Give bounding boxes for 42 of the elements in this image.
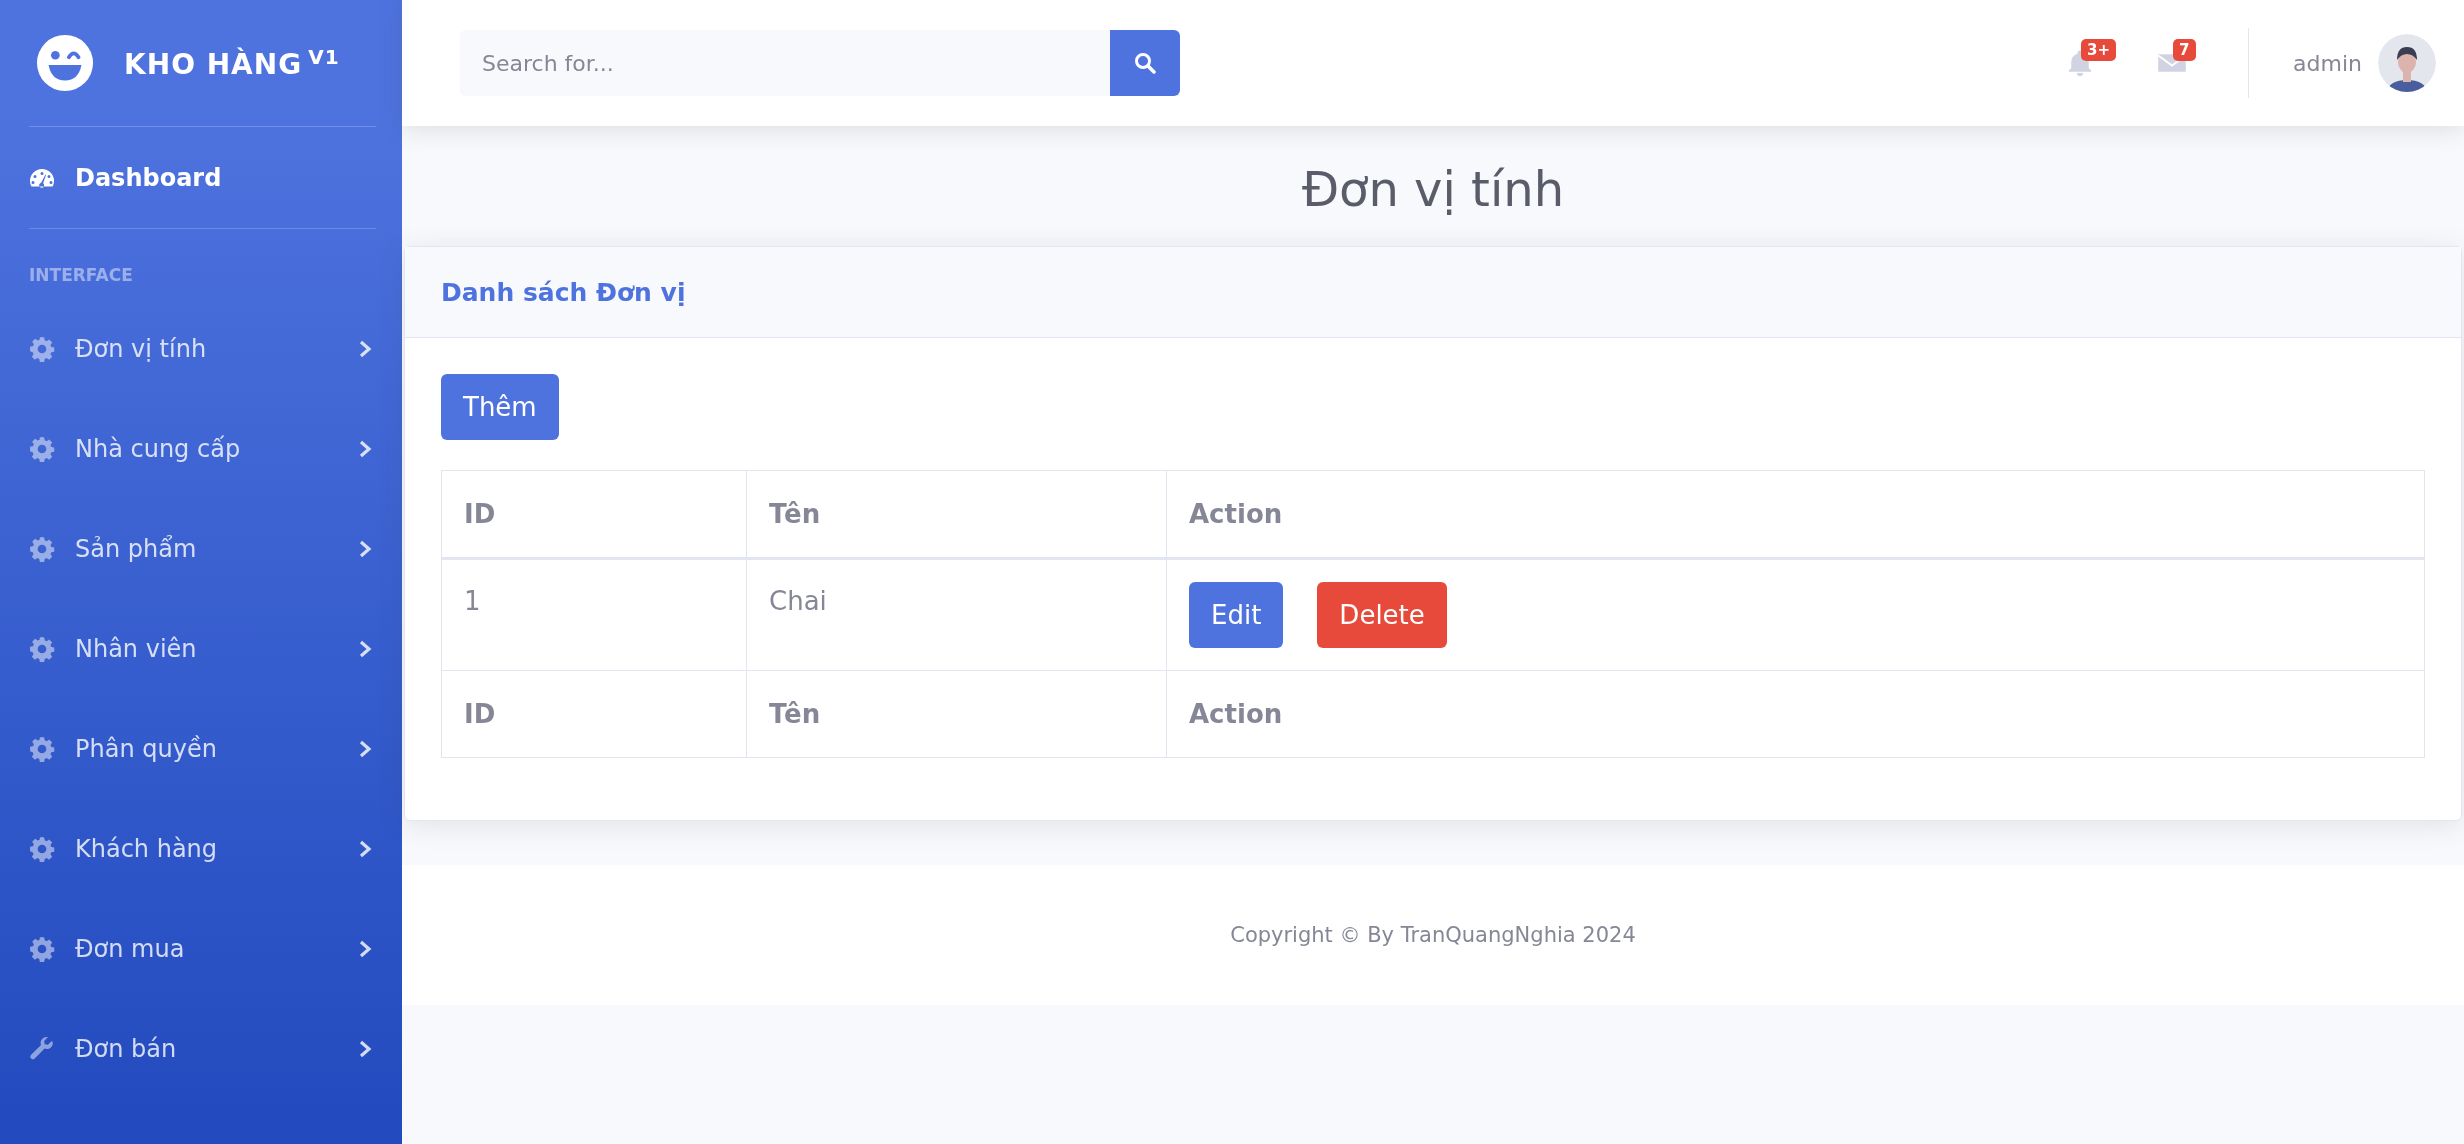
sidebar-item[interactable]: Khách hàng bbox=[0, 799, 402, 899]
sidebar-item[interactable]: Nhà cung cấp bbox=[0, 399, 402, 499]
column-header: Tên bbox=[746, 470, 1167, 559]
search-button[interactable] bbox=[1110, 30, 1180, 96]
sidebar-item[interactable]: Đơn vị tính bbox=[0, 299, 402, 399]
sidebar-item[interactable]: Đơn bán bbox=[0, 999, 402, 1099]
smiley-logo-icon bbox=[36, 34, 94, 92]
avatar-icon bbox=[2378, 34, 2436, 92]
gear-icon bbox=[29, 836, 55, 862]
notification-badge: 3+ bbox=[2081, 39, 2117, 61]
gear-icon bbox=[29, 636, 55, 662]
gear-icon bbox=[29, 336, 55, 362]
messages-button[interactable]: 7 bbox=[2142, 33, 2203, 93]
column-header: ID bbox=[441, 470, 747, 559]
search-field[interactable]: Search for... bbox=[460, 30, 1110, 96]
sidebar-item[interactable]: Phân quyền bbox=[0, 699, 402, 799]
table-cell: 1 bbox=[441, 558, 747, 671]
gear-icon bbox=[29, 536, 55, 562]
search-icon bbox=[1134, 52, 1156, 74]
wrench-icon bbox=[29, 1036, 55, 1062]
page-title: Đơn vị tính bbox=[1301, 160, 1565, 217]
column-header: Action bbox=[1166, 470, 2425, 559]
column-footer: Action bbox=[1166, 670, 2425, 758]
sidebar-item[interactable]: Sản phẩm bbox=[0, 499, 402, 599]
gear-icon bbox=[29, 736, 55, 762]
table-cell: Chai bbox=[746, 558, 1167, 671]
card-title: Danh sách Đơn vị bbox=[441, 277, 686, 307]
sidebar-item[interactable]: Đơn mua bbox=[0, 899, 402, 999]
delete-button[interactable]: Delete bbox=[1317, 582, 1447, 648]
brand-name: KHO HÀNG $^{V1}$ bbox=[124, 45, 340, 81]
column-footer: Tên bbox=[746, 670, 1167, 758]
gear-icon bbox=[29, 436, 55, 462]
sidebar-item[interactable]: Nhân viên bbox=[0, 599, 402, 699]
gear-icon bbox=[29, 936, 55, 962]
edit-button[interactable]: Edit bbox=[1189, 582, 1284, 648]
copyright-text: Copyright © By TranQuangNghia 2024 bbox=[1230, 923, 1636, 947]
column-footer: ID bbox=[441, 670, 747, 758]
add-button[interactable]: Thêm bbox=[441, 374, 559, 440]
user-name[interactable]: admin bbox=[2293, 50, 2362, 76]
sidebar-item[interactable]: Dashboard bbox=[0, 127, 402, 228]
message-badge: 7 bbox=[2173, 39, 2196, 61]
section-heading: INTERFACE bbox=[28, 264, 134, 287]
